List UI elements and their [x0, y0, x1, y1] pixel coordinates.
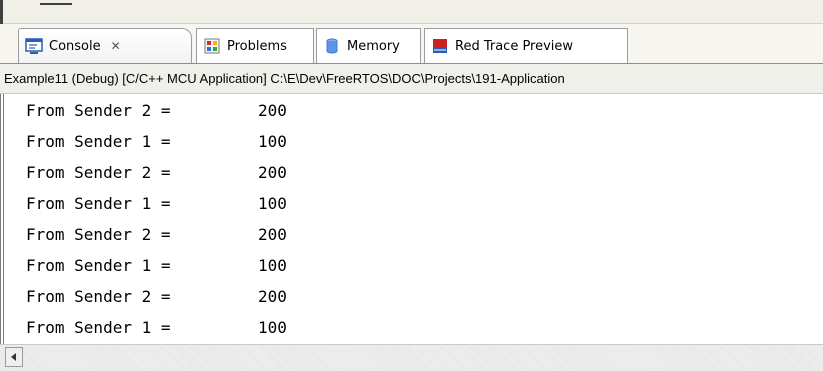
console-line-value: 200	[258, 163, 287, 182]
console-line-label: From Sender 1 =	[26, 256, 171, 275]
console-line-value: 100	[258, 318, 287, 337]
console-line-value: 100	[258, 256, 287, 275]
console-line-label: From Sender 2 =	[26, 163, 171, 182]
red-trace-icon	[433, 39, 447, 53]
view-tabbar: Console ✕ Problems Memory Red Trace Prev…	[0, 24, 823, 64]
console-line-value: 200	[258, 287, 287, 306]
tab-memory-label: Memory	[347, 38, 400, 54]
console-output[interactable]: From Sender 2 = 200 From Sender 1 = 100 …	[0, 94, 823, 344]
tab-problems-label: Problems	[227, 38, 287, 54]
toolbar-fragment	[40, 3, 72, 5]
view-edge	[0, 0, 3, 24]
tab-problems[interactable]: Problems	[196, 28, 314, 63]
close-icon[interactable]: ✕	[111, 40, 121, 52]
console-line-label: From Sender 1 =	[26, 132, 171, 151]
console-line-value: 100	[258, 194, 287, 213]
tab-memory[interactable]: Memory	[316, 28, 421, 63]
console-line-value: 200	[258, 101, 287, 120]
console-line-label: From Sender 2 =	[26, 287, 171, 306]
tab-console[interactable]: Console ✕	[18, 28, 192, 63]
console-line-value: 100	[258, 132, 287, 151]
console-line-value: 200	[258, 225, 287, 244]
tab-red-trace-label: Red Trace Preview	[455, 38, 574, 54]
console-process-path: Example11 (Debug) [C/C++ MCU Application…	[0, 64, 823, 94]
console-line-label: From Sender 2 =	[26, 225, 171, 244]
console-line-label: From Sender 1 =	[26, 194, 171, 213]
tab-red-trace-preview[interactable]: Red Trace Preview	[424, 28, 628, 63]
console-line-label: From Sender 1 =	[26, 318, 171, 337]
horizontal-scrollbar[interactable]	[0, 344, 823, 371]
scroll-left-button[interactable]	[5, 347, 23, 367]
tab-console-label: Console	[49, 38, 101, 54]
console-line-label: From Sender 2 =	[26, 101, 171, 120]
console-icon	[25, 38, 43, 54]
top-strip	[0, 0, 823, 24]
console-border	[0, 94, 4, 344]
memory-icon	[326, 38, 338, 54]
problems-icon	[204, 38, 220, 54]
scroll-left-arrow-icon	[11, 353, 16, 361]
